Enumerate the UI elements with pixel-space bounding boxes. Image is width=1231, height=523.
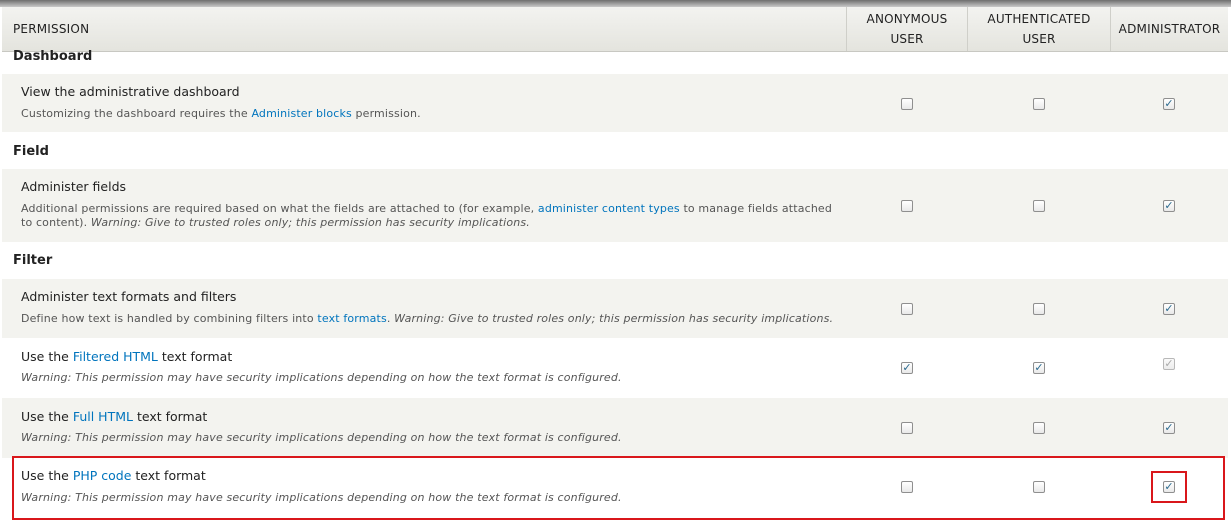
checkbox-administrator-php-code[interactable]: ✓: [1163, 481, 1175, 493]
header-anonymous-user: ANONYMOUS USER: [846, 7, 967, 51]
permission-title: Administer text formats and filters: [21, 289, 237, 304]
permission-title: Use the Filtered HTML text format: [21, 349, 232, 364]
checkbox-anonymous-full-html[interactable]: [901, 422, 913, 434]
permission-warning: Warning: This permission may have securi…: [21, 431, 622, 444]
checkbox-authenticated-dashboard-view[interactable]: [1033, 98, 1045, 110]
header-authenticated-user: AUTHENTICATED USER: [967, 7, 1110, 51]
module-heading-dashboard: Dashboard: [13, 49, 93, 64]
permission-description: Customizing the dashboard requires the A…: [21, 107, 846, 121]
header-administrator: ADMINISTRATOR: [1110, 7, 1228, 51]
check-icon: ✓: [1164, 199, 1174, 212]
check-icon: ✓: [1164, 302, 1174, 315]
checkbox-anonymous-php-code[interactable]: [901, 481, 913, 493]
page-top-shadow: [0, 0, 1231, 7]
text-formats-link[interactable]: text formats: [317, 312, 386, 325]
checkbox-anonymous-dashboard-view[interactable]: [901, 98, 913, 110]
header-authenticated-line1: AUTHENTICATED: [987, 12, 1091, 26]
header-anonymous-line1: ANONYMOUS: [866, 12, 948, 26]
permission-title: View the administrative dashboard: [21, 84, 240, 99]
full-html-link[interactable]: Full HTML: [73, 409, 133, 424]
description-text: Customizing the dashboard requires the: [21, 107, 252, 120]
checkbox-anonymous-administer-filters[interactable]: [901, 303, 913, 315]
check-icon: ✓: [1164, 357, 1174, 370]
check-icon: ✓: [1164, 480, 1174, 493]
checkbox-authenticated-filtered-html[interactable]: ✓: [1033, 362, 1045, 374]
permission-title: Use the Full HTML text format: [21, 409, 207, 424]
permission-warning: Warning: This permission may have securi…: [21, 491, 622, 504]
title-text: Use the: [21, 409, 73, 424]
header-authenticated-line2: USER: [1022, 32, 1056, 46]
description-text: permission.: [351, 107, 421, 120]
check-icon: ✓: [1164, 421, 1174, 434]
description-text: Define how text is handled by combining …: [21, 312, 318, 325]
permission-warning: Warning: This permission may have securi…: [21, 371, 622, 384]
module-heading-field: Field: [13, 144, 49, 159]
check-icon: ✓: [902, 361, 912, 374]
permission-title: Administer fields: [21, 179, 127, 194]
title-text: Use the: [21, 349, 73, 364]
checkbox-administrator-dashboard-view[interactable]: ✓: [1163, 98, 1175, 110]
filtered-html-link[interactable]: Filtered HTML: [73, 349, 158, 364]
checkbox-administrator-administer-filters[interactable]: ✓: [1163, 303, 1175, 315]
warning-text: Warning: Give to trusted roles only; thi…: [90, 216, 530, 229]
checkbox-authenticated-php-code[interactable]: [1033, 481, 1045, 493]
php-code-link[interactable]: PHP code: [73, 468, 132, 483]
checkbox-authenticated-administer-fields[interactable]: [1033, 200, 1045, 212]
checkbox-anonymous-filtered-html[interactable]: ✓: [901, 362, 913, 374]
title-text: Use the: [21, 468, 73, 483]
header-permission: PERMISSION: [2, 7, 847, 51]
permission-description: Additional permissions are required base…: [21, 202, 846, 230]
warning-text: Warning: Give to trusted roles only; thi…: [394, 312, 834, 325]
header-anonymous-line2: USER: [890, 32, 924, 46]
check-icon: ✓: [1034, 361, 1044, 374]
administer-content-types-link[interactable]: administer content types: [538, 202, 680, 215]
title-text: text format: [132, 409, 208, 424]
checkbox-authenticated-administer-filters[interactable]: [1033, 303, 1045, 315]
checkbox-anonymous-administer-fields[interactable]: [901, 200, 913, 212]
title-text: text format: [157, 349, 233, 364]
permissions-table-header: PERMISSION ANONYMOUS USER AUTHENTICATED …: [2, 7, 1228, 52]
checkbox-administrator-administer-fields[interactable]: ✓: [1163, 200, 1175, 212]
check-icon: ✓: [1164, 97, 1174, 110]
permission-description: Define how text is handled by combining …: [21, 312, 861, 326]
checkbox-administrator-full-html[interactable]: ✓: [1163, 422, 1175, 434]
administer-blocks-link[interactable]: Administer blocks: [251, 107, 351, 120]
checkbox-administrator-filtered-html-disabled: ✓: [1163, 358, 1175, 370]
header-permission-label: PERMISSION: [13, 22, 90, 36]
header-administrator-label: ADMINISTRATOR: [1118, 22, 1221, 36]
description-text: Additional permissions are required base…: [21, 202, 538, 215]
title-text: text format: [131, 468, 206, 483]
module-heading-filter: Filter: [13, 253, 53, 268]
checkbox-authenticated-full-html[interactable]: [1033, 422, 1045, 434]
permission-title: Use the PHP code text format: [21, 468, 206, 483]
